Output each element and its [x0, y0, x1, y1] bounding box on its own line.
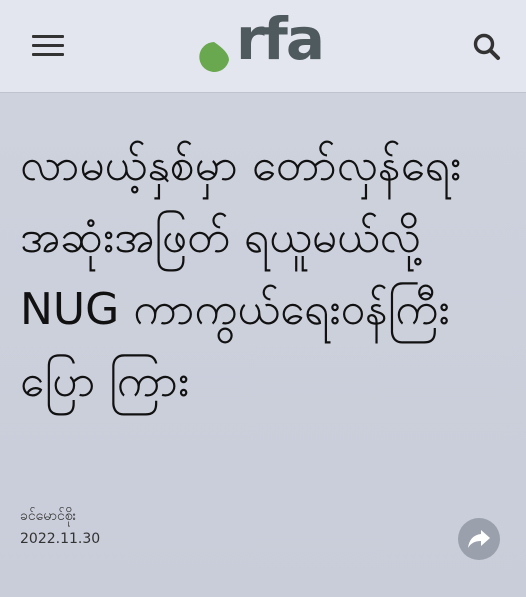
article-author: ခင်မောင်စိုး — [20, 508, 77, 524]
top-navigation-bar: rfa — [0, 0, 526, 93]
share-arrow-icon — [468, 530, 490, 548]
hamburger-menu-icon[interactable] — [30, 32, 66, 60]
rfa-logo[interactable]: rfa — [194, 10, 334, 76]
share-button[interactable] — [458, 518, 500, 560]
article-date: 2022.11.30 — [20, 531, 101, 547]
article-headline[interactable]: လာမယ့်နှစ်မှာ တော်လှန်ရေးအဆုံးအဖြတ် ရယူမ… — [20, 130, 510, 418]
logo-leaf-icon — [199, 42, 229, 72]
search-icon[interactable] — [470, 30, 504, 64]
logo-wordmark: rfa — [236, 5, 325, 73]
